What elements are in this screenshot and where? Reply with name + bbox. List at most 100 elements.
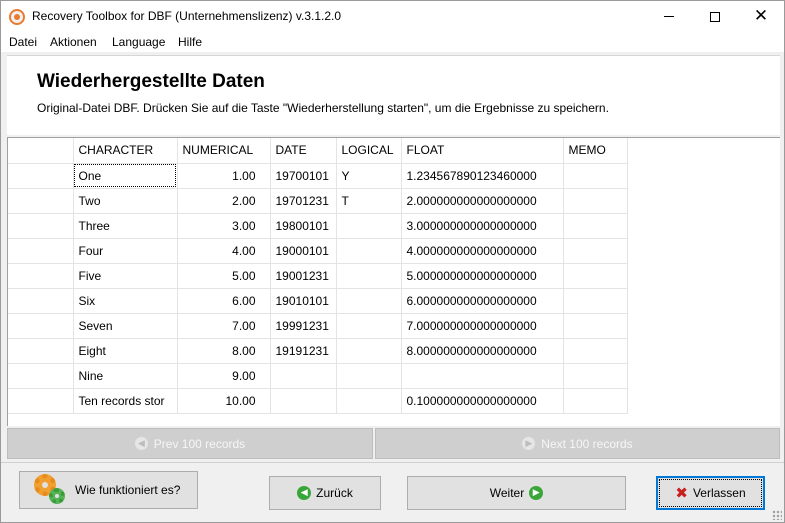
cell-character[interactable]: One [73, 163, 178, 189]
cell-float[interactable]: 8.000000000000000000 [401, 338, 564, 364]
cell-indicator[interactable] [8, 238, 74, 264]
back-button[interactable]: ◀ Zurück [269, 476, 381, 510]
menu-aktionen[interactable]: Aktionen [50, 35, 97, 49]
cell-float[interactable]: 7.000000000000000000 [401, 313, 564, 339]
cell-character[interactable]: Two [73, 188, 178, 214]
cell-date[interactable]: 19001231 [270, 263, 337, 289]
cell-float[interactable]: 3.000000000000000000 [401, 213, 564, 239]
table-row[interactable]: Two 2.00 19701231 T 2.000000000000000000 [8, 188, 628, 214]
cell-indicator[interactable] [8, 288, 74, 314]
column-header-date[interactable]: DATE [270, 138, 337, 164]
cell-memo[interactable] [563, 263, 628, 289]
how-it-works-button[interactable]: Wie funktioniert es? [19, 471, 198, 509]
table-row[interactable]: Six 6.00 19010101 6.000000000000000000 [8, 288, 628, 314]
cell-memo[interactable] [563, 388, 628, 414]
cell-float[interactable]: 4.000000000000000000 [401, 238, 564, 264]
cell-logical[interactable] [336, 238, 402, 264]
cell-numerical[interactable]: 10.00 [177, 388, 271, 414]
maximize-button[interactable] [692, 1, 738, 32]
column-header-character[interactable]: CHARACTER [73, 138, 178, 164]
cell-character[interactable]: Nine [73, 363, 178, 389]
table-row[interactable]: Three 3.00 19800101 3.000000000000000000 [8, 213, 628, 239]
cell-float[interactable]: 5.000000000000000000 [401, 263, 564, 289]
cell-logical[interactable] [336, 288, 402, 314]
cell-numerical[interactable]: 9.00 [177, 363, 271, 389]
cell-numerical[interactable]: 2.00 [177, 188, 271, 214]
cell-indicator[interactable] [8, 263, 74, 289]
table-row[interactable]: One 1.00 19700101 Y 1.234567890123460000 [8, 163, 628, 189]
cell-numerical[interactable]: 1.00 [177, 163, 271, 189]
table-row[interactable]: Five 5.00 19001231 5.000000000000000000 [8, 263, 628, 289]
cell-date[interactable]: 19000101 [270, 238, 337, 264]
cell-logical[interactable] [336, 363, 402, 389]
records-table[interactable]: CHARACTER NUMERICAL DATE LOGICAL FLOAT M… [8, 138, 628, 414]
cell-memo[interactable] [563, 188, 628, 214]
cell-numerical[interactable]: 4.00 [177, 238, 271, 264]
column-header-memo[interactable]: MEMO [563, 138, 628, 164]
cell-numerical[interactable]: 6.00 [177, 288, 271, 314]
table-row[interactable]: Ten records stor 10.00 0.10000000000000000… [8, 388, 628, 414]
minimize-button[interactable] [646, 1, 692, 32]
cell-memo[interactable] [563, 163, 628, 189]
column-header-numerical[interactable]: NUMERICAL [177, 138, 271, 164]
cell-float[interactable]: 2.000000000000000000 [401, 188, 564, 214]
cell-date[interactable] [270, 363, 337, 389]
cell-date[interactable] [270, 388, 337, 414]
column-header-float[interactable]: FLOAT [401, 138, 564, 164]
cell-memo[interactable] [563, 213, 628, 239]
cell-numerical[interactable]: 7.00 [177, 313, 271, 339]
cell-character[interactable]: Six [73, 288, 178, 314]
cell-character[interactable]: Seven [73, 313, 178, 339]
cell-indicator[interactable] [8, 213, 74, 239]
table-row[interactable]: Four 4.00 19000101 4.000000000000000000 [8, 238, 628, 264]
cell-memo[interactable] [563, 313, 628, 339]
cell-memo[interactable] [563, 288, 628, 314]
cell-date[interactable]: 19701231 [270, 188, 337, 214]
cell-character[interactable]: Eight [73, 338, 178, 364]
menu-language[interactable]: Language [112, 35, 165, 49]
cell-logical[interactable] [336, 213, 402, 239]
title-bar[interactable]: Recovery Toolbox for DBF (Unternehmensli… [1, 1, 784, 32]
cell-indicator[interactable] [8, 163, 74, 189]
cell-date[interactable]: 19991231 [270, 313, 337, 339]
cell-logical[interactable]: Y [336, 163, 402, 189]
cell-memo[interactable] [563, 363, 628, 389]
cell-numerical[interactable]: 5.00 [177, 263, 271, 289]
table-row[interactable]: Seven 7.00 19991231 7.000000000000000000 [8, 313, 628, 339]
table-row[interactable]: Nine 9.00 [8, 363, 628, 389]
prev-records-button[interactable]: ◀ Prev 100 records [7, 428, 373, 459]
resize-grip[interactable] [772, 510, 782, 520]
cell-numerical[interactable]: 3.00 [177, 213, 271, 239]
cell-logical[interactable] [336, 388, 402, 414]
close-button[interactable]: ✕ [738, 1, 784, 32]
cell-numerical[interactable]: 8.00 [177, 338, 271, 364]
cell-logical[interactable]: T [336, 188, 402, 214]
cell-memo[interactable] [563, 338, 628, 364]
column-header-logical[interactable]: LOGICAL [336, 138, 402, 164]
data-grid[interactable]: CHARACTER NUMERICAL DATE LOGICAL FLOAT M… [7, 137, 780, 426]
exit-button[interactable]: ✖ Verlassen [656, 476, 765, 510]
cell-logical[interactable] [336, 263, 402, 289]
cell-character[interactable]: Five [73, 263, 178, 289]
cell-date[interactable]: 19800101 [270, 213, 337, 239]
table-row[interactable]: Eight 8.00 19191231 8.000000000000000000 [8, 338, 628, 364]
cell-float[interactable]: 1.234567890123460000 [401, 163, 564, 189]
next-records-button[interactable]: ▶ Next 100 records [375, 428, 780, 459]
cell-float[interactable]: 6.000000000000000000 [401, 288, 564, 314]
cell-indicator[interactable] [8, 388, 74, 414]
cell-character[interactable]: Four [73, 238, 178, 264]
cell-logical[interactable] [336, 313, 402, 339]
column-header-indicator[interactable] [8, 138, 74, 164]
cell-float[interactable]: 0.100000000000000000 [401, 388, 564, 414]
cell-character[interactable]: Ten records stor [73, 388, 178, 414]
cell-date[interactable]: 19010101 [270, 288, 337, 314]
cell-date[interactable]: 19191231 [270, 338, 337, 364]
cell-indicator[interactable] [8, 363, 74, 389]
cell-date[interactable]: 19700101 [270, 163, 337, 189]
menu-datei[interactable]: Datei [9, 35, 37, 49]
cell-indicator[interactable] [8, 338, 74, 364]
cell-memo[interactable] [563, 238, 628, 264]
cell-indicator[interactable] [8, 188, 74, 214]
next-button[interactable]: Weiter ▶ [407, 476, 626, 510]
cell-logical[interactable] [336, 338, 402, 364]
